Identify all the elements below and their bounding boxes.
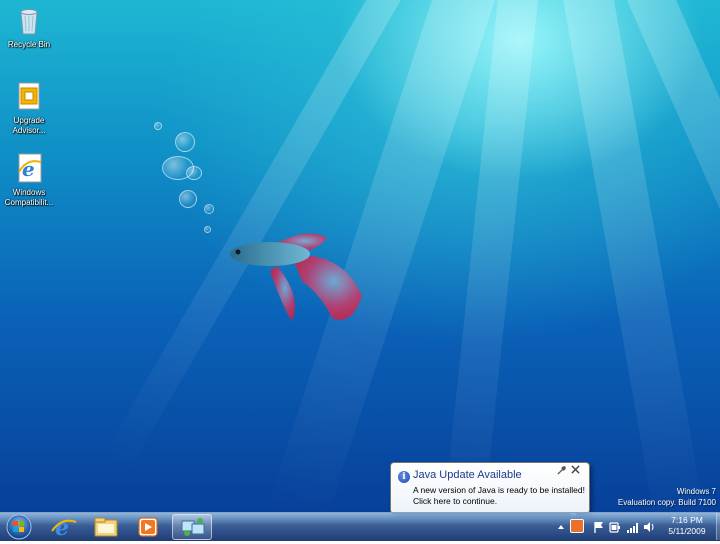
- start-orb-icon[interactable]: [4, 513, 34, 541]
- desktop-icon-windows-compatibility[interactable]: e Windows Compatibilit...: [0, 152, 58, 210]
- desktop-icon-upgrade-advisor[interactable]: Upgrade Advisor...: [0, 80, 58, 136]
- desktop-icon-label: Upgrade Advisor...: [12, 116, 46, 135]
- svg-text:e: e: [55, 515, 69, 540]
- desktop-icon-recycle-bin[interactable]: Recycle Bin: [0, 4, 58, 54]
- clock-date: 5/11/2009: [668, 526, 706, 536]
- media-player-icon: [138, 517, 158, 537]
- notification-line-2[interactable]: Click here to continue.: [413, 496, 585, 507]
- bubble: [179, 190, 197, 208]
- bubble: [175, 132, 195, 152]
- evaluation-watermark: Windows 7 Evaluation copy. Build 7100: [618, 486, 716, 508]
- taskbar-pin-windows-explorer[interactable]: [86, 514, 126, 540]
- upgrade-advisor-icon: [18, 82, 40, 110]
- taskbar-pin-internet-explorer[interactable]: e: [44, 514, 84, 541]
- bubble: [186, 166, 202, 180]
- bubble: [154, 122, 162, 130]
- betta-fish-image: [230, 233, 362, 321]
- network-signal-icon[interactable]: [626, 520, 640, 534]
- taskbar: e: [0, 512, 720, 541]
- desktop-icon-label: Windows Compatibilit...: [4, 188, 54, 207]
- volume-icon[interactable]: [642, 520, 656, 534]
- system-clock[interactable]: 7:16 PM 5/11/2009: [658, 515, 716, 537]
- info-icon: i: [398, 471, 410, 483]
- bubble: [204, 204, 214, 214]
- bubble: [204, 226, 211, 233]
- notification-message[interactable]: A new version of Java is ready to be ins…: [413, 485, 585, 507]
- network-app-icon: [181, 518, 205, 536]
- taskbar-pin-network-app[interactable]: [172, 514, 212, 540]
- show-desktop-button[interactable]: [716, 513, 720, 540]
- windows-explorer-icon: [94, 517, 118, 537]
- watermark-line-2: Evaluation copy. Build 7100: [617, 498, 716, 507]
- recycle-bin-icon: [20, 9, 38, 35]
- desktop-icon-label: Recycle Bin: [7, 40, 51, 49]
- java-update-icon[interactable]: [570, 519, 584, 533]
- watermark-line-1: Windows 7: [676, 487, 716, 496]
- internet-explorer-icon: e: [51, 515, 77, 541]
- notification-title: Java Update Available: [413, 469, 522, 481]
- wrench-icon[interactable]: [557, 466, 566, 475]
- internet-explorer-icon: e: [18, 153, 42, 183]
- action-center-flag-icon[interactable]: [592, 520, 606, 534]
- show-hidden-icons-icon[interactable]: [554, 520, 568, 534]
- clock-time: 7:16 PM: [671, 515, 703, 525]
- taskbar-pin-media-player[interactable]: [128, 514, 168, 540]
- notification-line-1: A new version of Java is ready to be ins…: [413, 485, 585, 495]
- desktop[interactable]: Recycle Bin Upgrade Advisor... e Windows…: [0, 0, 720, 512]
- power-icon[interactable]: [608, 520, 622, 534]
- close-icon[interactable]: [571, 465, 580, 474]
